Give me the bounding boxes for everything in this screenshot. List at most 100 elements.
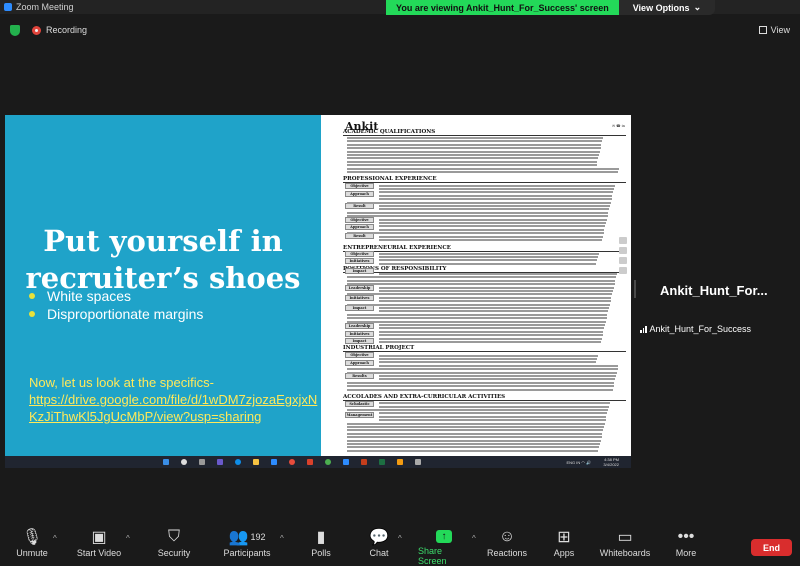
view-options-button[interactable]: View Options ⌄ bbox=[618, 0, 716, 15]
office-icon[interactable] bbox=[307, 459, 313, 465]
powerpoint-icon[interactable] bbox=[361, 459, 367, 465]
resume-row-label: Objective bbox=[345, 217, 374, 223]
taskbar-clock[interactable]: 4:38 PM 3/4/2022 bbox=[603, 457, 619, 467]
slide-heading: Put yourself in recruiter’s shoes bbox=[25, 224, 301, 295]
image-icon[interactable] bbox=[619, 257, 627, 264]
resume-text-line bbox=[347, 211, 609, 214]
resume-text-line bbox=[347, 388, 613, 391]
teams-icon[interactable] bbox=[217, 459, 223, 465]
chevron-down-icon: ⌄ bbox=[693, 2, 702, 12]
resume-text-line bbox=[379, 208, 610, 211]
file-explorer-icon[interactable] bbox=[253, 459, 259, 465]
viewing-banner: You are viewing Ankit_Hunt_For_Success' … bbox=[386, 0, 716, 15]
participant-label: Ankit_Hunt_For_Success bbox=[640, 324, 751, 334]
chat-icon: 💬 bbox=[369, 529, 389, 546]
participants-button[interactable]: 👥 192 Participants bbox=[222, 526, 272, 566]
resume-text-line bbox=[379, 405, 609, 408]
apps-button[interactable]: ⊞ Apps bbox=[552, 526, 576, 566]
shield-icon: ⛉ bbox=[167, 528, 180, 545]
reactions-button[interactable]: ☺ Reactions bbox=[487, 526, 527, 566]
resume-text-line bbox=[379, 191, 614, 194]
participant-tile-name: Ankit_Hunt_For... bbox=[660, 283, 768, 298]
slide-bullet: White spaces bbox=[29, 288, 203, 304]
apps-icon: ⊞ bbox=[557, 529, 571, 546]
zoom-app-icon bbox=[4, 3, 12, 11]
resume-section-heading: PROFESSIONAL EXPERIENCE bbox=[343, 176, 626, 183]
view-button[interactable]: View bbox=[758, 25, 790, 35]
resume-text-line bbox=[379, 402, 610, 405]
resume-text-line bbox=[347, 320, 606, 323]
chat-button[interactable]: 💬 Chat bbox=[364, 526, 394, 566]
video-options-chevron-icon[interactable]: ^ bbox=[126, 534, 130, 543]
camera-icon[interactable] bbox=[619, 237, 627, 244]
resume-text-line bbox=[347, 143, 602, 146]
polls-button[interactable]: ▮ Polls bbox=[306, 526, 336, 566]
system-tray[interactable]: ENG IN ◠ 🔊 bbox=[567, 460, 592, 465]
share-options-chevron-icon[interactable]: ^ bbox=[472, 534, 476, 543]
resume-row-label: Scholastic bbox=[345, 401, 374, 407]
signal-bars-icon bbox=[640, 325, 647, 333]
whiteboard-icon: ▭ bbox=[617, 529, 633, 546]
participants-options-chevron-icon[interactable]: ^ bbox=[280, 534, 284, 543]
resume-text-line bbox=[347, 426, 604, 428]
resume-row-label: Management bbox=[345, 412, 374, 418]
security-button[interactable]: ⛉ Security bbox=[155, 526, 193, 566]
resume-text-line bbox=[347, 147, 601, 150]
vlc-icon[interactable] bbox=[397, 459, 403, 465]
chat-options-chevron-icon[interactable]: ^ bbox=[398, 534, 402, 543]
security-shield-icon[interactable] bbox=[10, 24, 20, 36]
resume-text-line bbox=[347, 137, 603, 139]
resume-row-label: Objective bbox=[345, 251, 374, 257]
resume-row-label: Objective bbox=[345, 352, 374, 358]
resume-contact: ✉ ☎ in bbox=[612, 124, 625, 128]
resume-text-line bbox=[347, 436, 602, 439]
resume-text-line bbox=[347, 385, 614, 388]
resume-text-line bbox=[347, 160, 598, 163]
opera-icon[interactable] bbox=[289, 459, 295, 465]
task-view-icon[interactable] bbox=[199, 459, 205, 465]
resume-text-line bbox=[379, 225, 606, 228]
zoom-taskbar-icon[interactable] bbox=[271, 459, 277, 465]
settings-icon[interactable] bbox=[619, 267, 627, 274]
resume-text-line bbox=[347, 279, 616, 282]
drive-link[interactable]: https://drive.google.com/file/d/1wDM7zjo… bbox=[29, 391, 319, 425]
panel-divider-handle[interactable] bbox=[634, 280, 636, 298]
resume-text-line bbox=[347, 432, 603, 435]
unmute-button[interactable]: 🎙 Unmute bbox=[14, 526, 50, 566]
resume-text-line bbox=[379, 205, 610, 207]
slide-text: Now, let us look at the specifics- https… bbox=[29, 374, 319, 425]
search-icon[interactable] bbox=[181, 459, 187, 465]
resume-text-line bbox=[347, 140, 603, 143]
video-icon[interactable] bbox=[619, 247, 627, 254]
whiteboards-button[interactable]: ▭ Whiteboards bbox=[598, 526, 652, 566]
slide-bullet: Disproportionate margins bbox=[29, 306, 203, 322]
resume-section-heading: ENTREPRENEURIAL EXPERIENCE bbox=[343, 245, 626, 252]
resume-text-line bbox=[379, 364, 619, 367]
resume-text-line bbox=[379, 222, 606, 224]
edge-icon[interactable] bbox=[235, 459, 241, 465]
resume-text-line bbox=[347, 201, 611, 204]
more-button[interactable]: ••• More bbox=[673, 526, 699, 566]
resume-text-line bbox=[347, 368, 618, 371]
resume-row-label: Initiatives bbox=[345, 258, 374, 264]
resume-text-line bbox=[379, 375, 616, 377]
resume-row-label: Results bbox=[345, 373, 374, 379]
start-video-button[interactable]: ▣ Start Video bbox=[74, 526, 124, 566]
resume-text-line bbox=[347, 164, 597, 167]
chrome-icon[interactable] bbox=[325, 459, 331, 465]
share-side-controls bbox=[619, 234, 631, 277]
app-icon[interactable] bbox=[415, 459, 421, 465]
windows-start-icon[interactable] bbox=[163, 459, 169, 465]
recording-icon[interactable] bbox=[32, 25, 41, 35]
resume-text-line bbox=[379, 415, 607, 418]
resume-section-heading: INDUSTRIAL PROJECT bbox=[343, 345, 626, 352]
resume-text-line bbox=[347, 283, 615, 286]
resume-text-line bbox=[347, 409, 608, 411]
resume-text-line bbox=[347, 303, 610, 306]
share-screen-button[interactable]: ↑ Share Screen bbox=[418, 526, 470, 566]
excel-icon[interactable] bbox=[379, 459, 385, 465]
resume-text-line bbox=[347, 429, 604, 432]
end-meeting-button[interactable]: End bbox=[751, 539, 792, 556]
word-icon[interactable] bbox=[343, 459, 349, 465]
audio-options-chevron-icon[interactable]: ^ bbox=[53, 534, 57, 543]
